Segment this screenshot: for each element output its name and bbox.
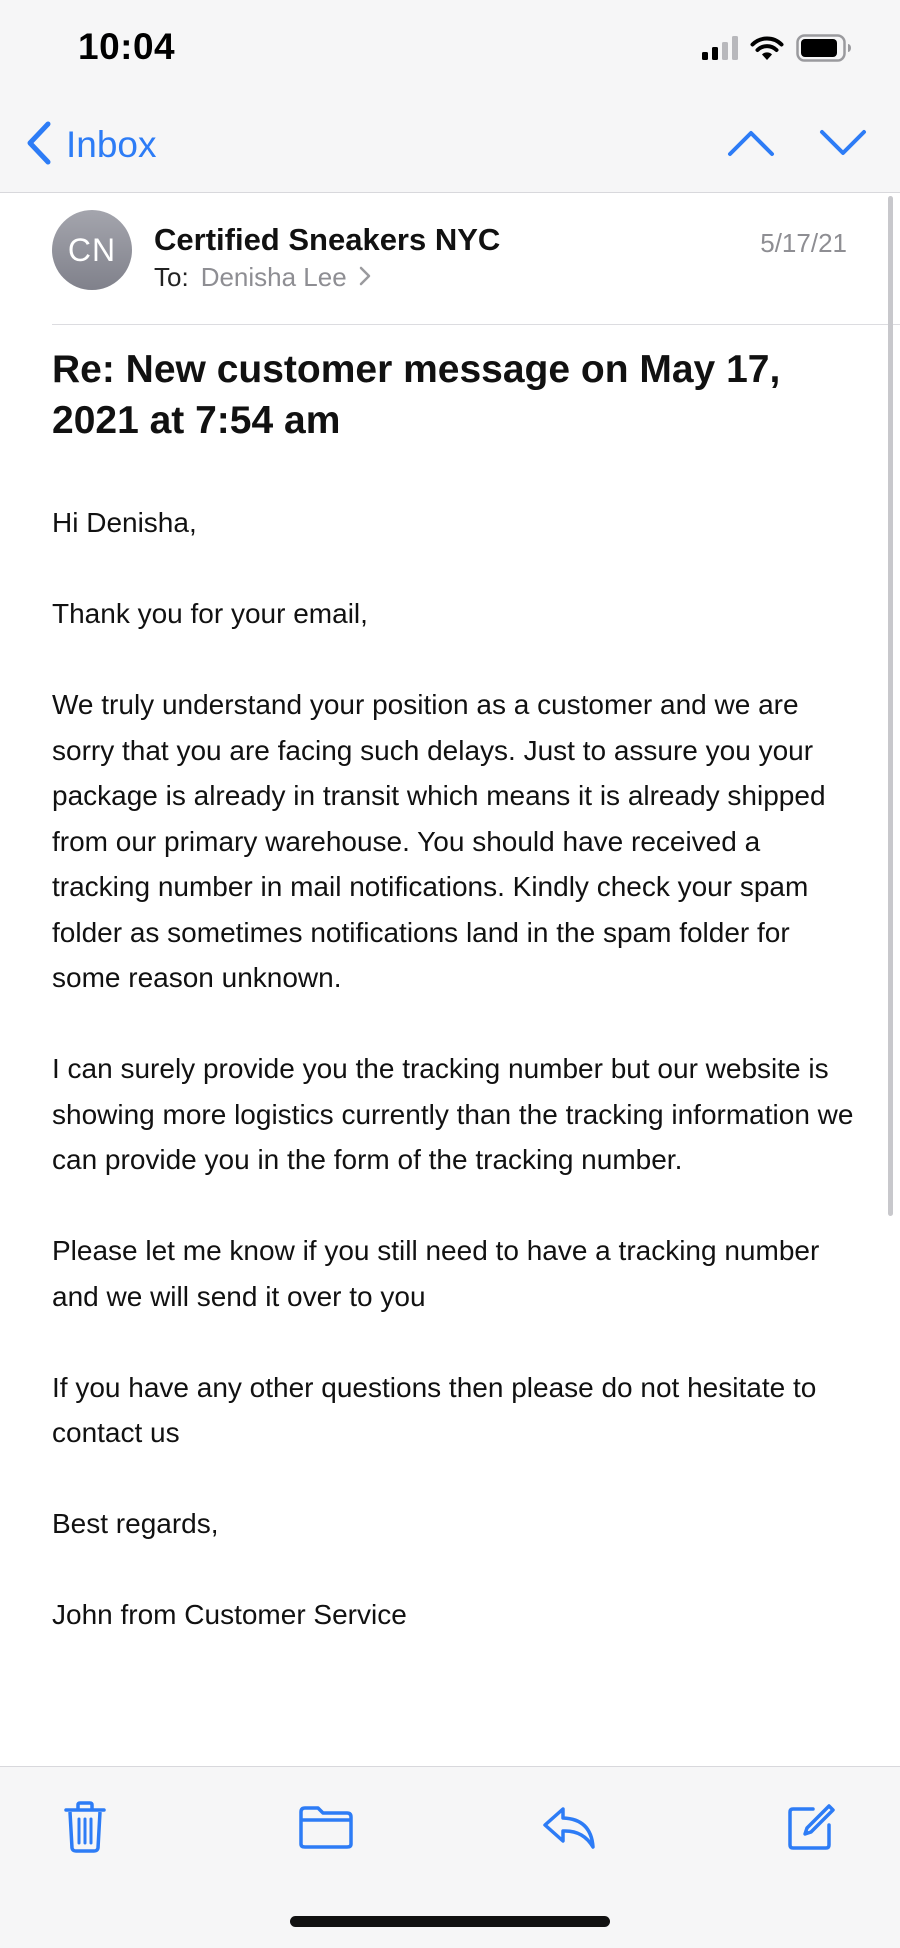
wifi-icon (750, 35, 784, 66)
body-paragraph: Hi Denisha, (52, 507, 197, 538)
body-paragraph: John from Customer Service (52, 1599, 407, 1630)
to-label: To: (154, 262, 189, 292)
scroll-indicator[interactable] (888, 196, 893, 1216)
cellular-signal-icon (702, 35, 738, 65)
status-time: 10:04 (78, 26, 176, 67)
folder-icon (298, 1804, 354, 1855)
body-paragraph: Thank you for your email, (52, 598, 368, 629)
nav-bar: Inbox (0, 100, 900, 193)
compose-button[interactable] (779, 1797, 843, 1861)
move-to-folder-button[interactable] (294, 1797, 358, 1861)
body-paragraph: Please let me know if you still need to … (52, 1235, 820, 1312)
chevron-up-icon (727, 129, 775, 162)
email-date: 5/17/21 (760, 228, 847, 258)
email-body: Hi Denisha, Thank you for your email, We… (52, 500, 862, 1683)
next-message-button[interactable] (818, 122, 868, 168)
delete-button[interactable] (53, 1797, 117, 1861)
message-navigation (726, 122, 868, 168)
previous-message-button[interactable] (726, 122, 776, 168)
reply-icon (541, 1803, 597, 1856)
header-divider (52, 324, 900, 325)
compose-icon (785, 1801, 837, 1858)
chevron-down-icon (819, 129, 867, 162)
recipient-row: To: Denisha Lee (154, 262, 371, 293)
chevron-right-icon (359, 262, 371, 293)
recipient-button[interactable]: Denisha Lee (201, 262, 371, 293)
trash-icon (62, 1800, 108, 1859)
body-paragraph: I can surely provide you the tracking nu… (52, 1053, 854, 1175)
recipient-name: Denisha Lee (200, 262, 347, 292)
sender-avatar[interactable]: CN (52, 210, 132, 290)
battery-icon (796, 33, 852, 67)
home-indicator[interactable] (290, 1916, 610, 1927)
back-to-inbox-button[interactable]: Inbox (26, 120, 157, 170)
body-paragraph: If you have any other questions then ple… (52, 1371, 817, 1449)
status-bar: 10:04 (0, 0, 900, 100)
reply-button[interactable] (537, 1797, 601, 1861)
back-label: Inbox (66, 124, 157, 165)
email-subject: Re: New customer message on May 17, 2021… (52, 348, 781, 442)
sender-name[interactable]: Certified Sneakers NYC (154, 222, 500, 258)
body-paragraph: Best regards, (52, 1508, 219, 1539)
chevron-left-icon (26, 121, 52, 170)
body-paragraph: We truly understand your position as a c… (52, 689, 826, 993)
status-icons (702, 33, 852, 67)
